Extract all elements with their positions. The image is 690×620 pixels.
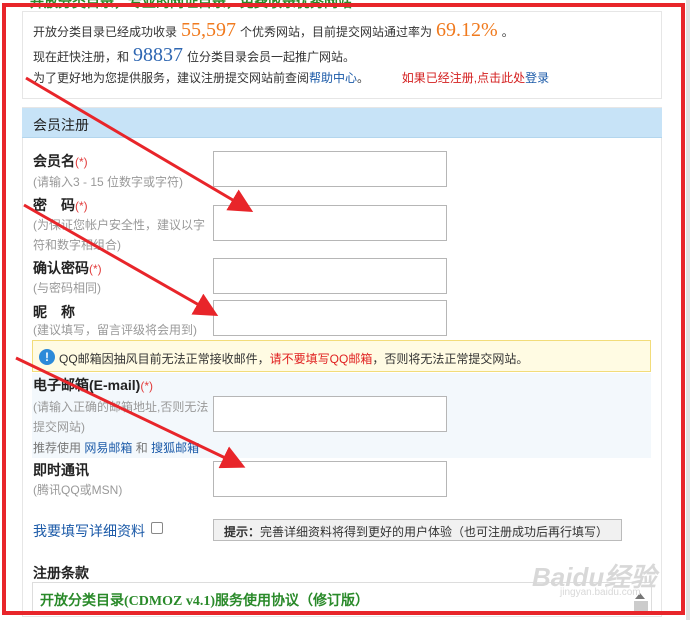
page-scrollbar[interactable] — [686, 0, 690, 620]
annotation-frame — [2, 3, 685, 615]
